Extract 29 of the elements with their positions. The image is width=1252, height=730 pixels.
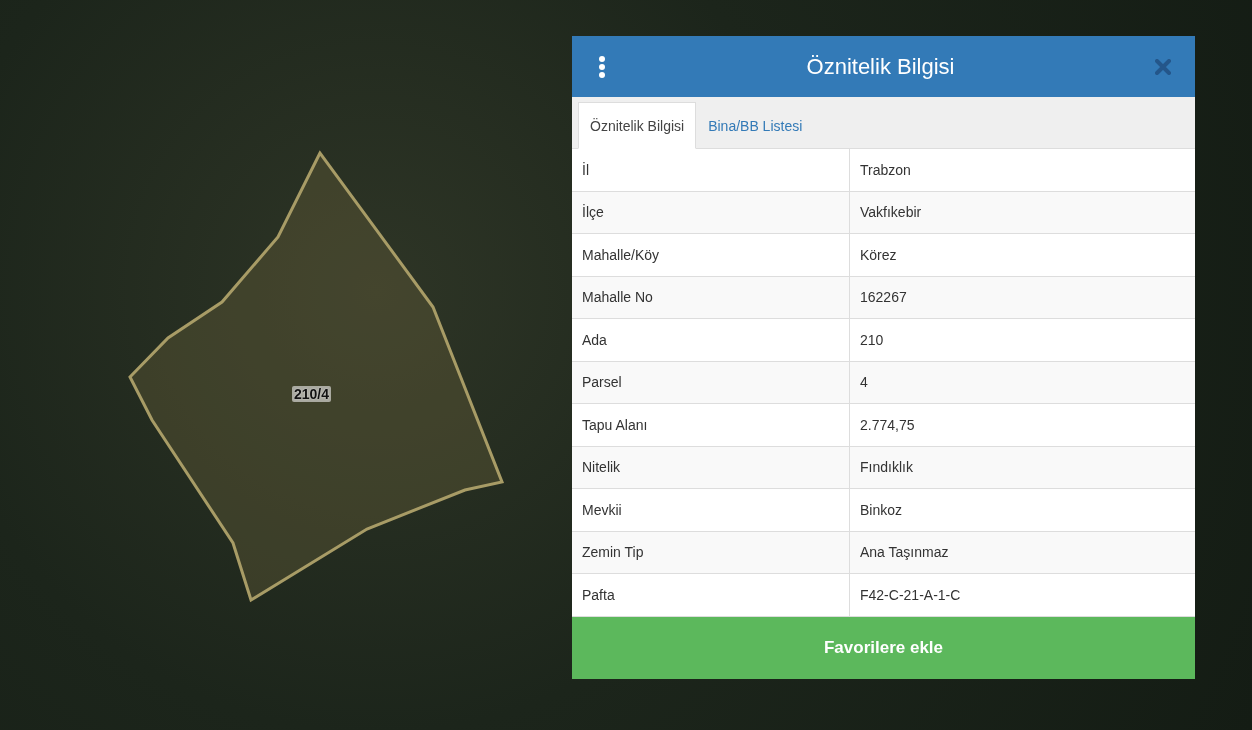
attribute-value-cell: Trabzon xyxy=(849,149,1195,191)
attribute-name-cell-text: Pafta xyxy=(581,585,616,605)
attribute-value-cell: Fındıklık xyxy=(849,446,1195,488)
attribute-name-cell-text: Mahalle No xyxy=(581,288,654,308)
attribute-value-cell: F42-C-21-A-1-C xyxy=(849,574,1195,616)
panel-title: Öznitelik Bilgisi xyxy=(805,53,956,80)
add-to-favorites-button[interactable]: Favorilere ekle xyxy=(572,616,1195,679)
attribute-name-cell-text: Tapu Alanı xyxy=(581,415,649,435)
attribute-name-cell-text: Zemin Tip xyxy=(581,543,645,563)
menu-icon[interactable] xyxy=(598,55,606,78)
attribute-value-cell: 162267 xyxy=(849,276,1195,318)
attribute-value-cell: Binkoz xyxy=(849,489,1195,531)
attribute-value-cell: Körez xyxy=(849,234,1195,276)
attribute-value-cell: 2.774,75 xyxy=(849,404,1195,446)
tab[interactable]: Bina/BB Listesi xyxy=(696,102,815,149)
attribute-value-cell: Vakfıkebir xyxy=(849,191,1195,233)
attribute-value-cell: Ana Taşınmaz xyxy=(849,531,1195,573)
attribute-name-cell-text: Mevkii xyxy=(581,500,623,520)
parcel-outline[interactable] xyxy=(128,150,505,603)
tab[interactable]: Öznitelik Bilgisi xyxy=(578,102,697,149)
attribute-name-cell-text: Ada xyxy=(581,330,608,350)
attribute-name-cell-text: İlçe xyxy=(581,203,605,223)
attribute-name-cell-text: Mahalle/Köy xyxy=(581,245,661,265)
parcel-label: 210/4 xyxy=(292,386,332,402)
attribute-name-cell-text: İl xyxy=(581,160,590,180)
attribute-value-cell: 210 xyxy=(849,319,1195,361)
attribute-name-cell-text: Nitelik xyxy=(581,458,622,478)
attribute-name-cell-text: Parsel xyxy=(581,373,623,393)
attribute-value-cell: 4 xyxy=(849,361,1195,403)
